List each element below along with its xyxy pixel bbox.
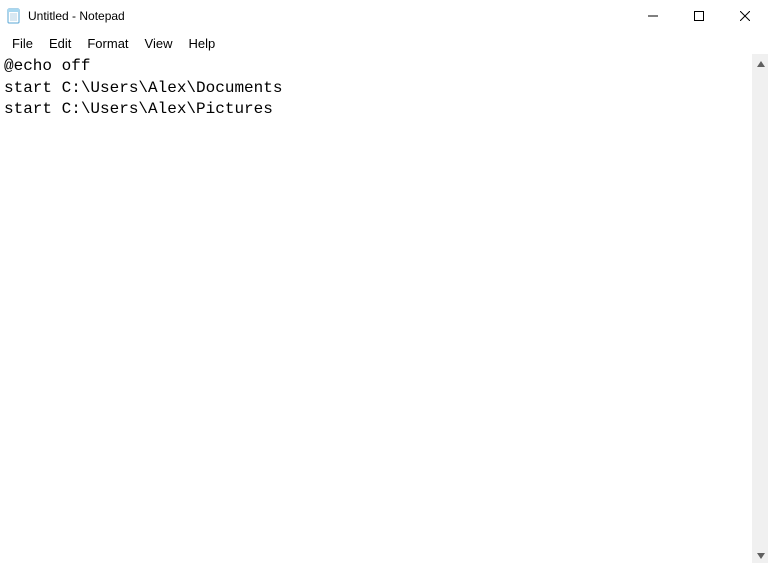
close-button[interactable]	[722, 0, 768, 32]
minimize-button[interactable]	[630, 0, 676, 32]
vertical-scrollbar[interactable]	[751, 54, 768, 563]
minimize-icon	[648, 9, 658, 24]
menubar: File Edit Format View Help	[0, 32, 768, 54]
scroll-down-icon	[757, 548, 765, 562]
menu-view[interactable]: View	[137, 34, 181, 53]
text-editor[interactable]: @echo off start C:\Users\Alex\Documents …	[0, 54, 751, 563]
content-area: @echo off start C:\Users\Alex\Documents …	[0, 54, 768, 563]
titlebar-left: Untitled - Notepad	[0, 8, 630, 24]
maximize-button[interactable]	[676, 0, 722, 32]
close-icon	[740, 9, 750, 24]
menu-help[interactable]: Help	[180, 34, 223, 53]
window-controls	[630, 0, 768, 31]
window-title: Untitled - Notepad	[28, 9, 125, 23]
menu-format[interactable]: Format	[79, 34, 136, 53]
maximize-icon	[694, 9, 704, 24]
scroll-up-icon	[757, 56, 765, 70]
menu-file[interactable]: File	[4, 34, 41, 53]
titlebar[interactable]: Untitled - Notepad	[0, 0, 768, 32]
menu-edit[interactable]: Edit	[41, 34, 79, 53]
scroll-down-button[interactable]	[752, 546, 768, 563]
scroll-up-button[interactable]	[752, 54, 768, 71]
notepad-icon	[6, 8, 22, 24]
